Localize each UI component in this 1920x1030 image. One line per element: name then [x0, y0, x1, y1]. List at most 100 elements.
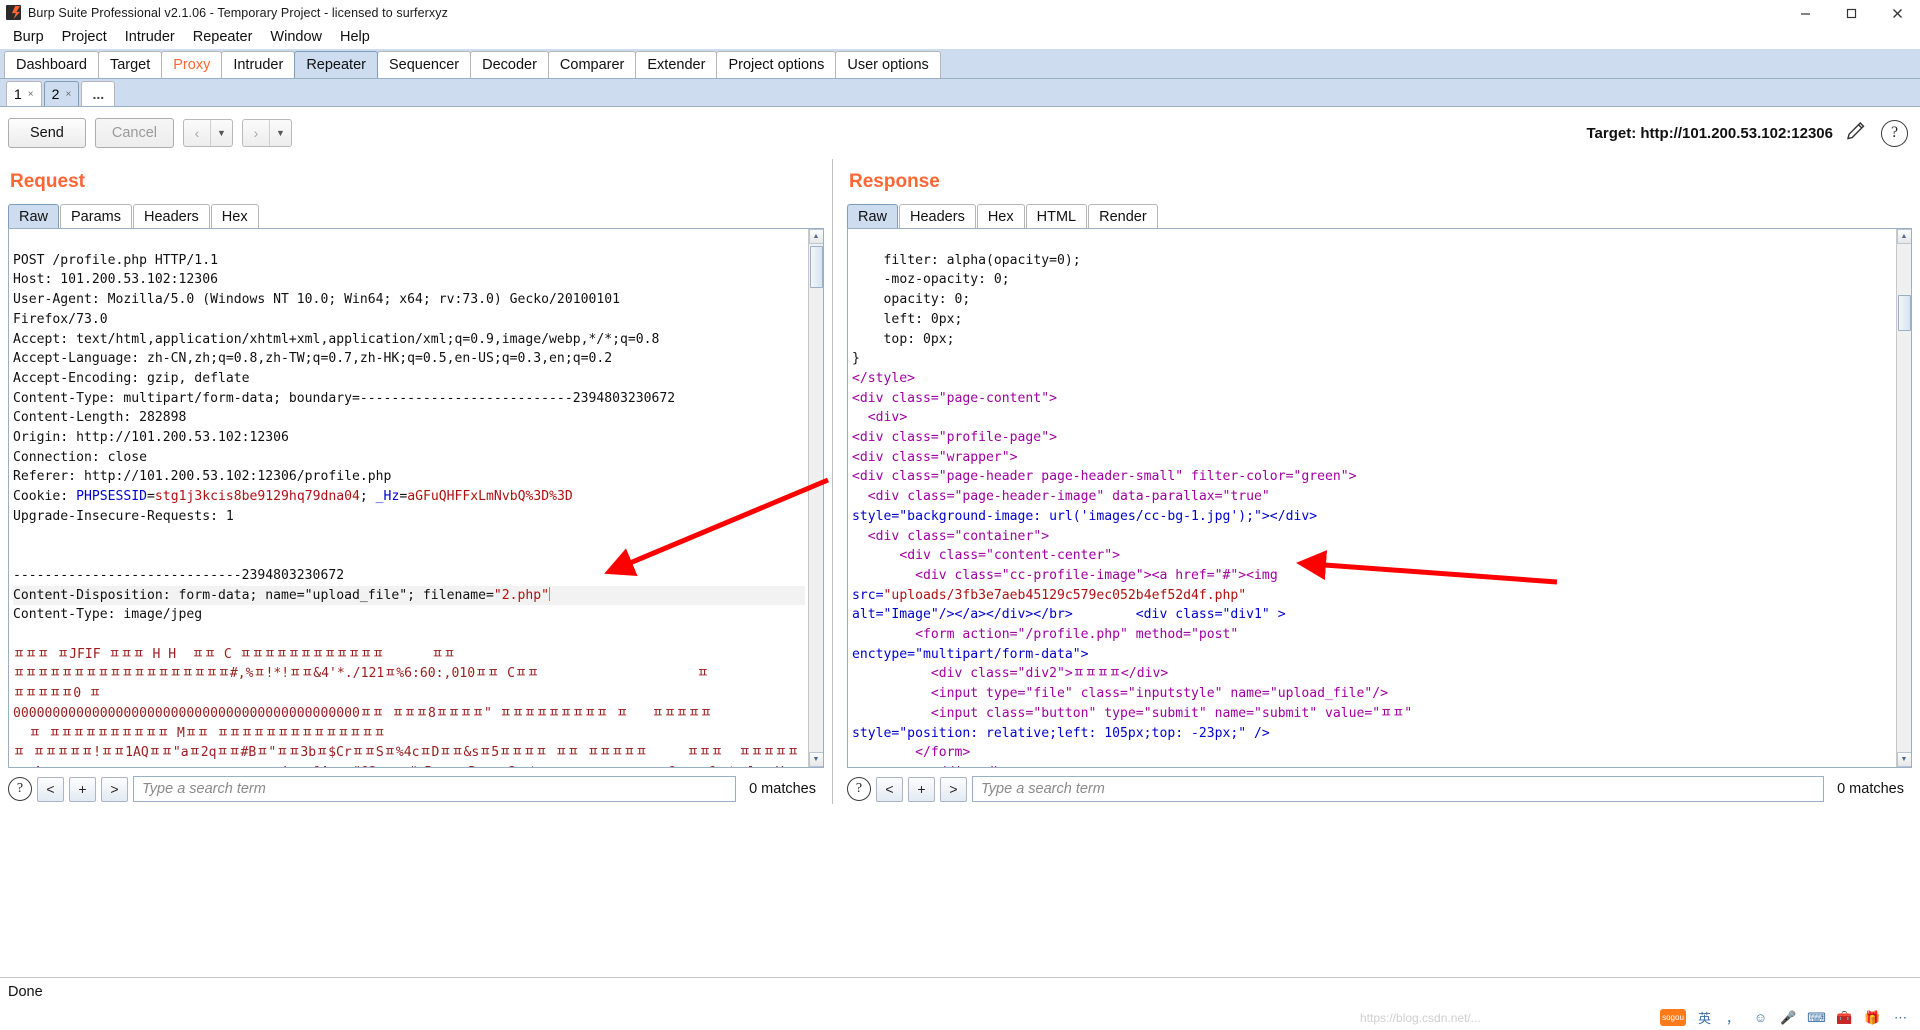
- response-tab-render[interactable]: Render: [1088, 204, 1158, 228]
- help-icon[interactable]: ?: [1881, 119, 1908, 147]
- req-line: Accept: text/html,application/xhtml+xml,…: [13, 331, 660, 347]
- menu-intruder[interactable]: Intruder: [116, 27, 184, 49]
- minimize-icon[interactable]: [1782, 0, 1828, 26]
- search-next-button[interactable]: >: [940, 776, 967, 802]
- request-tab-hex[interactable]: Hex: [210, 204, 259, 228]
- forward-arrow-icon[interactable]: ›: [243, 120, 269, 146]
- request-editor-wrap: POST /profile.php HTTP/1.1 Host: 101.200.…: [8, 228, 824, 768]
- back-arrow-icon[interactable]: ‹: [184, 120, 210, 146]
- repeater-tab-new[interactable]: ...: [81, 81, 116, 106]
- tab-repeater[interactable]: Repeater: [294, 51, 378, 78]
- request-search-input[interactable]: Type a search term: [133, 776, 737, 802]
- chevron-down-icon[interactable]: ▼: [269, 120, 291, 146]
- response-tab-html[interactable]: HTML: [1025, 204, 1088, 228]
- tab-dashboard[interactable]: Dashboard: [4, 51, 99, 78]
- req-line: Firefox/73.0: [13, 311, 108, 327]
- cancel-button[interactable]: Cancel: [94, 118, 175, 148]
- cookie-value-1: stg1j3kcis8be9129hq79dna04: [154, 489, 360, 505]
- search-prev-button[interactable]: <: [37, 776, 64, 802]
- tab-intruder[interactable]: Intruder: [221, 51, 296, 78]
- close-icon[interactable]: [1874, 0, 1920, 26]
- scroll-up-icon[interactable]: ▲: [1896, 229, 1911, 244]
- repeater-tab-1[interactable]: 1 ×: [6, 81, 42, 106]
- response-tab-hex[interactable]: Hex: [976, 204, 1025, 228]
- request-title: Request: [10, 171, 85, 192]
- response-pane: Response Raw Headers Hex HTML Render fil…: [832, 159, 1920, 804]
- gift-icon[interactable]: 🎁: [1863, 1008, 1882, 1027]
- close-icon[interactable]: ×: [65, 89, 71, 100]
- resp-form-close: </form>: [852, 745, 971, 761]
- cookie-value-2: aGFuQHFFxLmNvbQ%3D%3D: [407, 489, 573, 505]
- scroll-down-icon[interactable]: ▼: [808, 752, 823, 767]
- response-tab-raw[interactable]: Raw: [847, 204, 899, 228]
- scroll-up-icon[interactable]: ▲: [808, 229, 823, 244]
- req-line-blank: [13, 625, 805, 645]
- tab-comparer[interactable]: Comparer: [547, 51, 637, 78]
- request-vertical-scrollbar[interactable]: ▲ ▼: [808, 229, 823, 767]
- tab-project-options[interactable]: Project options: [716, 51, 837, 78]
- req-boundary-line: -----------------------------23948032306…: [13, 567, 345, 583]
- close-icon[interactable]: ×: [28, 89, 34, 100]
- sogou-logo-icon[interactable]: sogou: [1660, 1009, 1686, 1026]
- target-label: Target: http://101.200.53.102:12306: [1586, 124, 1833, 142]
- scroll-down-icon[interactable]: ▼: [1896, 752, 1911, 767]
- send-button[interactable]: Send: [8, 118, 86, 148]
- request-view-tabs: Raw Params Headers Hex: [0, 202, 832, 228]
- scroll-thumb[interactable]: [809, 246, 823, 288]
- scroll-thumb[interactable]: [1897, 295, 1911, 331]
- status-text: Done: [8, 983, 43, 1000]
- language-icon[interactable]: 英: [1695, 1008, 1714, 1027]
- resp-page-content: <div class="page-content">: [852, 390, 1057, 406]
- chevron-down-icon[interactable]: ▼: [210, 120, 232, 146]
- req-line: Accept-Encoding: gzip, deflate: [13, 370, 250, 386]
- cookie-prefix: Cookie:: [13, 489, 77, 505]
- search-add-button[interactable]: +: [908, 776, 935, 802]
- resp-line: top: 0px;: [852, 331, 955, 347]
- menu-help[interactable]: Help: [331, 27, 379, 49]
- req-line: Accept-Language: zh-CN,zh;q=0.8,zh-TW;q=…: [13, 351, 613, 367]
- back-button-group[interactable]: ‹ ▼: [183, 119, 234, 147]
- tab-decoder[interactable]: Decoder: [470, 51, 549, 78]
- repeater-tab-1-label: 1: [14, 86, 22, 102]
- emoji-icon[interactable]: ☺: [1751, 1008, 1770, 1027]
- title-bar: Burp Suite Professional v2.1.06 - Tempor…: [0, 0, 1920, 26]
- response-search-input[interactable]: Type a search term: [972, 776, 1825, 802]
- more-icon[interactable]: ⋯: [1891, 1008, 1910, 1027]
- req-line-blank: [13, 546, 805, 566]
- search-add-button[interactable]: +: [69, 776, 96, 802]
- toolbox-icon[interactable]: 🧰: [1835, 1008, 1854, 1027]
- request-tab-raw[interactable]: Raw: [8, 204, 60, 228]
- tab-user-options[interactable]: User options: [835, 51, 941, 78]
- pencil-icon[interactable]: [1845, 119, 1869, 148]
- punctuation-icon[interactable]: ，: [1723, 1008, 1742, 1027]
- tab-sequencer[interactable]: Sequencer: [376, 51, 472, 78]
- resp-wrapper: <div class="wrapper">: [852, 449, 1018, 465]
- tab-extender[interactable]: Extender: [635, 51, 718, 78]
- help-icon[interactable]: ?: [847, 777, 871, 801]
- request-tab-headers[interactable]: Headers: [132, 204, 210, 228]
- maximize-icon[interactable]: [1828, 0, 1874, 26]
- search-prev-button[interactable]: <: [876, 776, 903, 802]
- menu-project[interactable]: Project: [53, 27, 116, 49]
- forward-button-group[interactable]: › ▼: [242, 119, 293, 147]
- help-icon[interactable]: ?: [8, 777, 32, 801]
- tab-target[interactable]: Target: [97, 51, 163, 78]
- menu-burp[interactable]: Burp: [4, 27, 53, 49]
- req-line: Upgrade-Insecure-Requests: 1: [13, 508, 234, 524]
- tab-proxy[interactable]: Proxy: [161, 51, 223, 78]
- repeater-tab-2[interactable]: 2 ×: [43, 81, 80, 106]
- menu-repeater[interactable]: Repeater: [184, 27, 262, 49]
- microphone-icon[interactable]: 🎤: [1779, 1008, 1798, 1027]
- response-editor[interactable]: filter: alpha(opacity=0); -moz-opacity: …: [848, 229, 1911, 767]
- keyboard-icon[interactable]: ⌨: [1807, 1008, 1826, 1027]
- response-vertical-scrollbar[interactable]: ▲ ▼: [1896, 229, 1911, 767]
- search-next-button[interactable]: >: [101, 776, 128, 802]
- request-editor[interactable]: POST /profile.php HTTP/1.1 Host: 101.200.…: [9, 229, 823, 767]
- req-binary-line: ﾽ 4ﾽ ﾽﾽﾽﾽﾽﾽﾽﾽﾽﾽﾽﾽﾽ ﾽﾽﾽﾽ!ﾽﾽ1Aﾽﾽ"Q2aﾽﾽ#qBﾽ…: [13, 763, 805, 767]
- target-area: Target: http://101.200.53.102:12306 ?: [1586, 107, 1908, 159]
- response-tab-headers[interactable]: Headers: [899, 204, 976, 228]
- menu-window[interactable]: Window: [261, 27, 331, 49]
- req-line: Referer: http://101.200.53.102:12306/pro…: [13, 469, 392, 485]
- req-line: Origin: http://101.200.53.102:12306: [13, 430, 289, 446]
- request-tab-params[interactable]: Params: [60, 204, 132, 228]
